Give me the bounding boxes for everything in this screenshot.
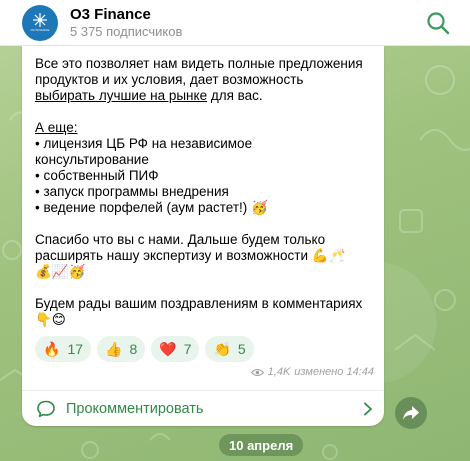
text-fragment: для вас. bbox=[207, 88, 263, 103]
text-line: Все это позволяет нам видеть полные пред… bbox=[35, 56, 363, 71]
channel-header: O3 FINANCE O3 Finance 5 375 подписчиков bbox=[0, 0, 470, 46]
message-meta: 1,4K изменено 14:44 bbox=[250, 366, 374, 378]
eye-icon bbox=[250, 368, 264, 376]
share-arrow-icon bbox=[403, 406, 419, 420]
reaction-heart[interactable]: ❤️ 7 bbox=[151, 336, 200, 362]
message-bubble: Все это позволяет нам видеть полные пред… bbox=[22, 46, 384, 426]
reactions-bar: 🔥 17 👍 8 ❤️ 7 👏 5 bbox=[35, 336, 254, 362]
search-icon bbox=[427, 12, 450, 35]
comment-button[interactable]: Прокомментировать bbox=[22, 391, 384, 426]
channel-title-block[interactable]: O3 Finance 5 375 подписчиков bbox=[70, 6, 182, 40]
paragraph-4: Будем рады вашим поздравлениям в коммент… bbox=[35, 296, 375, 328]
text-line: выбирать лучшие на рынке для вас. bbox=[35, 88, 375, 104]
view-count: 1,4K bbox=[267, 366, 291, 378]
channel-name: O3 Finance bbox=[70, 5, 151, 23]
list-item: • лицензия ЦБ РФ на независимое bbox=[35, 136, 253, 151]
date-separator: 10 апреля bbox=[219, 434, 304, 456]
list-item: • ведение порфелей (аум растет!) 🥳 bbox=[35, 200, 268, 215]
chevron-right-icon bbox=[364, 402, 372, 415]
text-line: расширять нашу экспертизу и возможности … bbox=[35, 248, 346, 263]
search-button[interactable] bbox=[424, 9, 452, 37]
reaction-count: 8 bbox=[129, 341, 138, 357]
underlined-text: выбирать лучшие на рынке bbox=[35, 88, 208, 103]
text-line: Спасибо что вы с нами. Дальше будем толь… bbox=[35, 232, 326, 247]
text-line: продуктов и их условия, дает возможность bbox=[35, 72, 304, 87]
paragraph-1: Все это позволяет нам видеть полные пред… bbox=[35, 56, 375, 104]
reaction-count: 5 bbox=[237, 341, 246, 357]
list-item: • собственный ПИФ bbox=[35, 168, 159, 183]
subscriber-count: 5 375 подписчиков bbox=[70, 23, 183, 39]
paragraph-2: А еще: • лицензия ЦБ РФ на независимое к… bbox=[35, 120, 375, 216]
text-line: 💰📈🥳 bbox=[35, 264, 86, 279]
edited-time: изменено 14:44 bbox=[294, 366, 374, 378]
paragraph-3: Спасибо что вы с нами. Дальше будем толь… bbox=[35, 232, 375, 280]
reaction-thumbs-up[interactable]: 👍 8 bbox=[97, 336, 146, 362]
reaction-count: 7 bbox=[183, 341, 192, 357]
comment-label: Прокомментировать bbox=[66, 400, 204, 417]
message-text: Все это позволяет нам видеть полные пред… bbox=[35, 56, 375, 344]
text-line: Будем рады вашим поздравлениям в коммент… bbox=[35, 296, 363, 311]
reaction-count: 17 bbox=[67, 341, 84, 357]
reaction-clap[interactable]: 👏 5 bbox=[205, 336, 254, 362]
list-item: консультирование bbox=[35, 152, 149, 167]
list-heading: А еще: bbox=[35, 120, 78, 135]
share-button[interactable] bbox=[395, 397, 427, 429]
thumbs-up-emoji-icon: 👍 bbox=[105, 341, 123, 357]
fire-emoji-icon: 🔥 bbox=[43, 341, 61, 357]
clap-emoji-icon: 👏 bbox=[213, 341, 231, 357]
comment-bubble-icon bbox=[37, 400, 55, 417]
avatar-logo-text: O3 FINANCE bbox=[30, 28, 50, 32]
heart-emoji-icon: ❤️ bbox=[159, 341, 177, 357]
list-item: • запуск программы внедрения bbox=[35, 184, 229, 199]
channel-avatar[interactable]: O3 FINANCE bbox=[22, 4, 58, 41]
reaction-fire[interactable]: 🔥 17 bbox=[35, 336, 92, 362]
text-line: 👇😊 bbox=[35, 312, 66, 327]
avatar-logo-icon bbox=[33, 13, 47, 27]
